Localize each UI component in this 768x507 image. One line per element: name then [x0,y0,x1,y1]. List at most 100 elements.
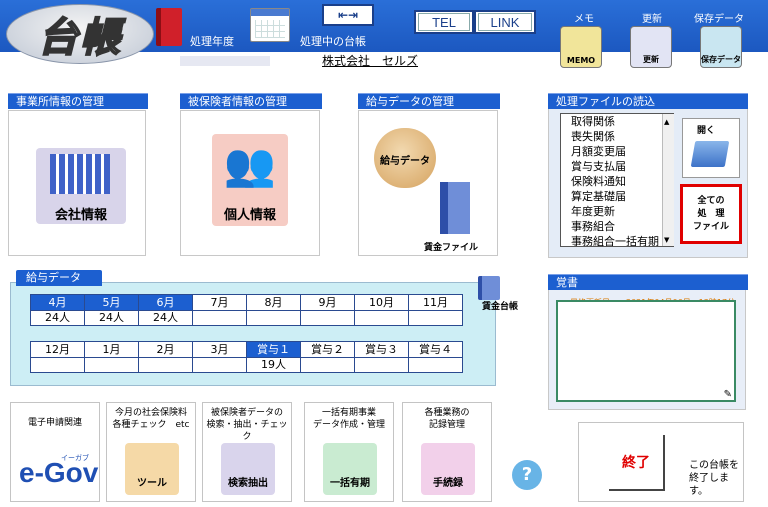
personal-info-button[interactable]: 👥 個人情報 [212,134,288,226]
save-data-icon[interactable]: 保存データ [700,26,742,68]
list-item[interactable]: 喪失関係 [561,129,673,144]
all-files-label-3: ファイル [692,222,729,232]
salary-month-header[interactable]: 9月 [301,295,354,311]
help-icon[interactable]: ? [512,460,542,490]
lump-sum-title: 一括有期事業 データ作成・管理 [312,408,385,430]
egov-title: 電子申請関連 [27,418,82,428]
salary-month-cell[interactable]: 賞与２ [300,341,355,373]
salary-data-button[interactable]: 給与データ [374,128,436,188]
salary-month-header[interactable]: 12月 [31,342,84,358]
salary-months-row-2: 12月 1月 2月 3月 賞与１ 19人 賞与２ 賞与３ 賞与４ [30,341,463,373]
salary-month-cell[interactable]: 2月 [138,341,193,373]
calendar-icon[interactable] [250,8,290,42]
insured-panel-title: 被保険者情報の管理 [180,93,322,109]
salary-month-cell[interactable]: 賞与３ [354,341,409,373]
procedure-record-tile[interactable]: 各種業務の 記録管理 手続録 [402,402,492,502]
salary-month-count: 19人 [261,358,286,371]
procedure-record-title: 各種業務の 記録管理 [424,408,470,430]
all-files-label-2: 処 理 [697,209,725,219]
list-item[interactable]: 月額変更届 [561,144,673,159]
salary-month-cell[interactable]: 賞与１ 19人 [246,341,301,373]
salary-month-header[interactable]: 賞与２ [301,342,354,358]
salary-month-header[interactable]: 7月 [193,295,246,311]
process-file-list[interactable]: 取得関係 喪失関係 月額変更届 賞与支払届 保険料通知 算定基礎届 年度更新 事… [560,113,674,247]
building-icon [50,154,110,194]
salary-data-label: 給与データ [380,156,430,167]
notes-title: 覚書 [548,274,748,290]
tel-button[interactable]: TEL [414,10,474,34]
salary-month-count [301,311,354,325]
salary-mgmt-panel [358,110,498,256]
salary-month-count: 24人 [45,311,70,324]
list-item[interactable]: 保険料通知 [561,174,673,189]
salary-month-header[interactable]: 6月 [139,295,192,311]
salary-month-cell[interactable]: 賞与４ [408,341,463,373]
salary-month-cell[interactable]: 3月 [192,341,247,373]
ledger-book-icon[interactable] [156,8,182,46]
switch-arrows-icon[interactable]: ⇤⇥ [322,4,374,26]
end-description: この台帳を 終了します。 [689,460,739,497]
list-item[interactable]: 事務組合一括有期 [561,234,673,246]
salary-month-count [355,358,408,372]
salary-month-cell[interactable]: 11月 [408,294,463,326]
company-name: 株式会社 セルズ [322,54,419,68]
salary-month-cell[interactable]: 12月 [30,341,85,373]
salary-month-cell[interactable]: 5月 24人 [84,294,139,326]
year-value-blurred [180,56,270,66]
salary-data-title: 給与データ [16,270,102,286]
list-scrollbar[interactable]: ▲ ▼ [662,114,674,246]
search-extract-title: 被保険者データの 検索・抽出・チェック [206,408,288,442]
magnifier-icon: 検索抽出 [221,443,275,495]
salary-month-header[interactable]: 賞与４ [409,342,462,358]
salary-month-header[interactable]: 賞与１ [247,342,300,358]
end-button[interactable]: 終了 [609,435,665,491]
wage-file-label: 賃金ファイル [424,243,479,253]
pencil-icon: ✎ [723,389,732,400]
salary-month-header[interactable]: 11月 [409,295,462,311]
salary-month-count [85,358,138,372]
salary-month-header[interactable]: 3月 [193,342,246,358]
open-button[interactable]: 開く [682,118,740,178]
salary-month-header[interactable]: 4月 [31,295,84,311]
search-extract-tile[interactable]: 被保険者データの 検索・抽出・チェック 検索抽出 [202,402,292,502]
all-files-button[interactable]: 全ての 処 理 ファイル [680,184,742,244]
wage-file-binder-icon[interactable] [440,182,470,234]
salary-month-count: 24人 [99,311,124,324]
salary-month-header[interactable]: 10月 [355,295,408,311]
salary-month-cell[interactable]: 6月 24人 [138,294,193,326]
wage-ledger-icon[interactable] [478,276,500,300]
list-item[interactable]: 賞与支払届 [561,159,673,174]
salary-month-cell[interactable]: 9月 [300,294,355,326]
salary-month-header[interactable]: 8月 [247,295,300,311]
salary-month-count [409,311,462,325]
list-item[interactable]: 算定基礎届 [561,189,673,204]
list-item[interactable]: 年度更新 [561,204,673,219]
check-tool-title: 今月の社会保険料 各種チェック etc [112,408,190,430]
salary-month-cell[interactable]: 7月 [192,294,247,326]
salary-month-cell[interactable]: 4月 24人 [30,294,85,326]
salary-mgmt-panel-title: 給与データの管理 [358,93,500,109]
salary-month-header[interactable]: 1月 [85,342,138,358]
salary-month-header[interactable]: 2月 [139,342,192,358]
egov-tile[interactable]: 電子申請関連 e-Gov イーガブ [10,402,100,502]
lump-sum-tile[interactable]: 一括有期事業 データ作成・管理 一括有期 [304,402,394,502]
salary-month-cell[interactable]: 1月 [84,341,139,373]
company-info-button[interactable]: 会社情報 [36,148,126,224]
scroll-up-icon[interactable]: ▲ [664,118,669,126]
check-tool-tile[interactable]: 今月の社会保険料 各種チェック etc ツール [106,402,196,502]
notes-textarea[interactable]: ✎ [556,300,736,402]
salary-month-header[interactable]: 5月 [85,295,138,311]
company-info-label: 会社情報 [54,208,107,223]
salary-month-count [193,358,246,372]
salary-month-header[interactable]: 賞与３ [355,342,408,358]
scroll-down-icon[interactable]: ▼ [664,236,669,244]
list-item[interactable]: 事務組合 [561,219,673,234]
salary-month-count [355,311,408,325]
update-icon[interactable]: 更新 [630,26,672,68]
link-button[interactable]: LINK [474,10,536,34]
salary-month-cell[interactable]: 8月 [246,294,301,326]
memo-icon[interactable]: MEMO [560,26,602,68]
salary-month-cell[interactable]: 10月 [354,294,409,326]
list-item[interactable]: 取得関係 [561,114,673,129]
update-label: 更新 [642,14,662,25]
